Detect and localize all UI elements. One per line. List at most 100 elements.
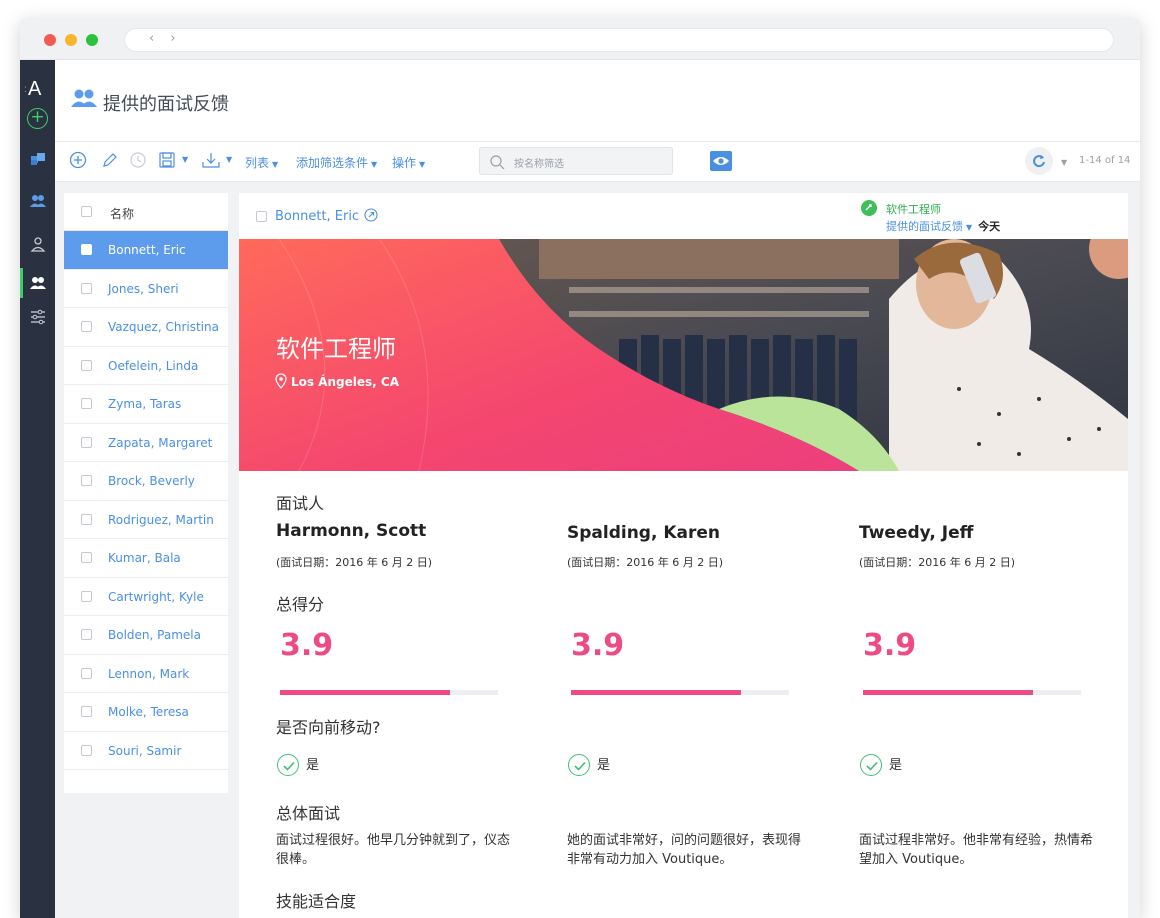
open-link-icon[interactable] — [364, 208, 378, 222]
score-bar — [863, 690, 1081, 695]
row-checkbox[interactable] — [81, 282, 92, 294]
candidate-name[interactable]: Brock, Beverly — [108, 474, 195, 488]
candidate-list-item[interactable]: Zapata, Margaret — [64, 424, 228, 462]
maximize-window-button[interactable] — [86, 34, 98, 46]
row-checkbox[interactable] — [81, 244, 92, 255]
pagination-info: 1-14 of 14 — [1079, 155, 1131, 166]
row-checkbox[interactable] — [81, 436, 92, 448]
row-checkbox[interactable] — [81, 475, 92, 486]
interview-date: (面试日期：2016 年 6 月 2 日) — [859, 556, 1016, 569]
settings-sliders-icon[interactable] — [29, 308, 47, 326]
candidate-list-item[interactable]: Bolden, Pamela — [64, 616, 228, 655]
candidate-checkbox[interactable] — [256, 211, 267, 222]
add-icon[interactable]: + — [27, 108, 48, 129]
toolbar: ▼ ▼ 列表 ▼ 添加筛选条件 ▼ 操作 ▼ 按名称筛选 ▼ 1-14 of 1… — [55, 142, 1140, 918]
row-checkbox[interactable] — [81, 321, 92, 332]
add-filter-menu[interactable]: 添加筛选条件 ▼ — [296, 154, 377, 171]
row-checkbox[interactable] — [81, 667, 92, 679]
candidate-list-item[interactable]: Cartwright, Kyle — [64, 578, 228, 616]
job-title[interactable]: 软件工程师 — [886, 201, 941, 217]
candidate-list-item[interactable]: Brock, Beverly — [64, 462, 228, 501]
chevron-down-icon[interactable]: ▼ — [1058, 154, 1067, 168]
row-checkbox[interactable] — [81, 398, 92, 409]
download-icon[interactable] — [201, 151, 221, 169]
app-logo[interactable]: :A — [24, 78, 41, 101]
team-icon[interactable] — [29, 192, 47, 210]
active-nav-indicator — [20, 268, 23, 298]
preview-view-button[interactable] — [710, 151, 732, 171]
location-pin-icon — [275, 373, 287, 389]
candidate-list-item[interactable]: Bonnett, Eric — [64, 231, 228, 270]
row-checkbox[interactable] — [81, 706, 92, 717]
candidate-list-item[interactable]: Souri, Samir — [64, 732, 228, 770]
row-checkbox[interactable] — [81, 552, 92, 563]
row-checkbox[interactable] — [81, 744, 92, 756]
row-checkbox[interactable] — [81, 513, 92, 525]
list-header: 名称 — [64, 193, 228, 231]
person-icon[interactable] — [29, 235, 47, 253]
move-forward-answer: 是 — [597, 758, 611, 773]
candidate-list-item[interactable]: Jones, Sheri — [64, 270, 228, 308]
edit-pencil-icon[interactable] — [101, 151, 119, 169]
job-location: Los Ángeles, CA — [291, 375, 399, 389]
team-icon — [71, 89, 97, 107]
candidate-name[interactable]: Jones, Sheri — [108, 282, 179, 296]
back-forward-icon[interactable]: ‹ › — [149, 31, 182, 46]
move-forward-heading: 是否向前移动? — [276, 718, 381, 737]
actions-menu[interactable]: 操作 ▼ — [392, 154, 425, 171]
candidate-name[interactable]: Cartwright, Kyle — [108, 590, 204, 604]
candidate-name[interactable]: Bolden, Pamela — [108, 628, 201, 642]
check-circle-icon — [277, 754, 299, 776]
history-icon[interactable] — [129, 151, 147, 169]
skills-heading: 技能适合度 — [276, 892, 357, 911]
candidate-list-item[interactable]: Zyma, Taras — [64, 385, 228, 424]
candidate-name[interactable]: Zyma, Taras — [108, 397, 181, 411]
row-checkbox[interactable] — [81, 590, 92, 602]
candidate-list-item[interactable]: Molke, Teresa — [64, 693, 228, 732]
view-toggle — [687, 151, 851, 918]
add-circle-icon[interactable] — [69, 151, 87, 169]
candidate-name[interactable]: Vazquez, Christina — [108, 320, 219, 334]
candidate-name[interactable]: Oefelein, Linda — [108, 359, 198, 373]
candidate-name[interactable]: Zapata, Margaret — [108, 436, 212, 450]
select-all-checkbox[interactable] — [81, 206, 92, 217]
dashboard-icon[interactable] — [29, 150, 47, 168]
close-window-button[interactable] — [44, 34, 56, 46]
chevron-down-icon[interactable]: ▼ — [179, 151, 188, 165]
candidate-list-item[interactable]: Vazquez, Christina — [64, 308, 228, 347]
candidate-name[interactable]: Rodriguez, Martin — [108, 513, 214, 527]
candidate-list: 名称 Bonnett, Eric Jones, Sheri Vazquez, Chr… — [64, 193, 228, 793]
search-input[interactable]: 按名称筛选 — [479, 147, 673, 175]
hero-job-title: 软件工程师 — [276, 335, 396, 363]
feedback-status-dropdown[interactable]: 提供的面试反馈 — [886, 220, 963, 233]
score-heading: 总得分 — [276, 595, 325, 614]
app-sidebar: :A + — [20, 60, 55, 918]
candidate-list-item[interactable]: Kumar, Bala — [64, 539, 228, 578]
score-bar-fill — [571, 690, 742, 695]
candidate-name[interactable]: Lennon, Mark — [108, 667, 189, 681]
score-bar-fill — [863, 690, 1034, 695]
row-checkbox[interactable] — [81, 629, 92, 640]
check-circle-icon — [568, 754, 590, 776]
interviews-icon[interactable] — [29, 274, 47, 292]
candidate-name[interactable]: Kumar, Bala — [108, 551, 181, 565]
candidate-name[interactable]: Bonnett, Eric — [108, 243, 186, 257]
address-bar[interactable]: ‹ › — [124, 28, 1114, 52]
candidate-name-link[interactable]: Bonnett, Eric — [275, 209, 359, 224]
chevron-down-icon[interactable]: ▼ — [223, 151, 232, 165]
interview-date: (面试日期：2016 年 6 月 2 日) — [276, 556, 433, 569]
minimize-window-button[interactable] — [65, 34, 77, 46]
job-tag-icon — [861, 200, 877, 216]
list-view-menu[interactable]: 列表 ▼ — [245, 154, 278, 171]
candidate-list-item[interactable]: Lennon, Mark — [64, 655, 228, 693]
search-placeholder: 按名称筛选 — [514, 159, 564, 170]
refresh-button[interactable] — [1025, 147, 1053, 175]
candidate-name[interactable]: Molke, Teresa — [108, 705, 189, 719]
candidate-list-item[interactable]: Oefelein, Linda — [64, 347, 228, 385]
row-checkbox[interactable] — [81, 359, 92, 371]
interviewer-name: Harmonn, Scott — [276, 521, 427, 541]
save-icon[interactable] — [158, 151, 176, 169]
candidate-name[interactable]: Souri, Samir — [108, 744, 181, 758]
move-forward-answer: 是 — [306, 758, 320, 773]
candidate-list-item[interactable]: Rodriguez, Martin — [64, 501, 228, 539]
